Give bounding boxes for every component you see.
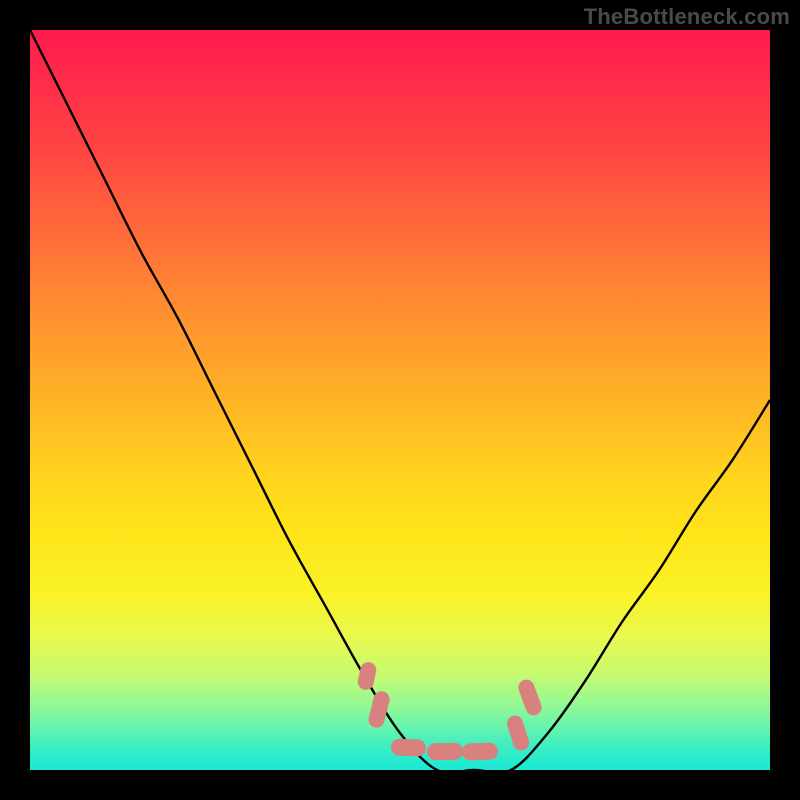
plot-area xyxy=(30,30,770,770)
marker-right-bottom xyxy=(505,713,531,752)
chart-frame: TheBottleneck.com xyxy=(0,0,800,800)
marker-bottom-bar-2 xyxy=(426,743,462,761)
marker-bottom-bar-1 xyxy=(391,738,426,756)
marker-bottom-bar-3 xyxy=(462,742,498,760)
marker-left-bottom xyxy=(367,689,392,729)
watermark-text: TheBottleneck.com xyxy=(584,4,790,30)
marker-layer xyxy=(30,30,770,770)
marker-right-top xyxy=(516,677,544,717)
marker-left-top xyxy=(356,661,378,692)
